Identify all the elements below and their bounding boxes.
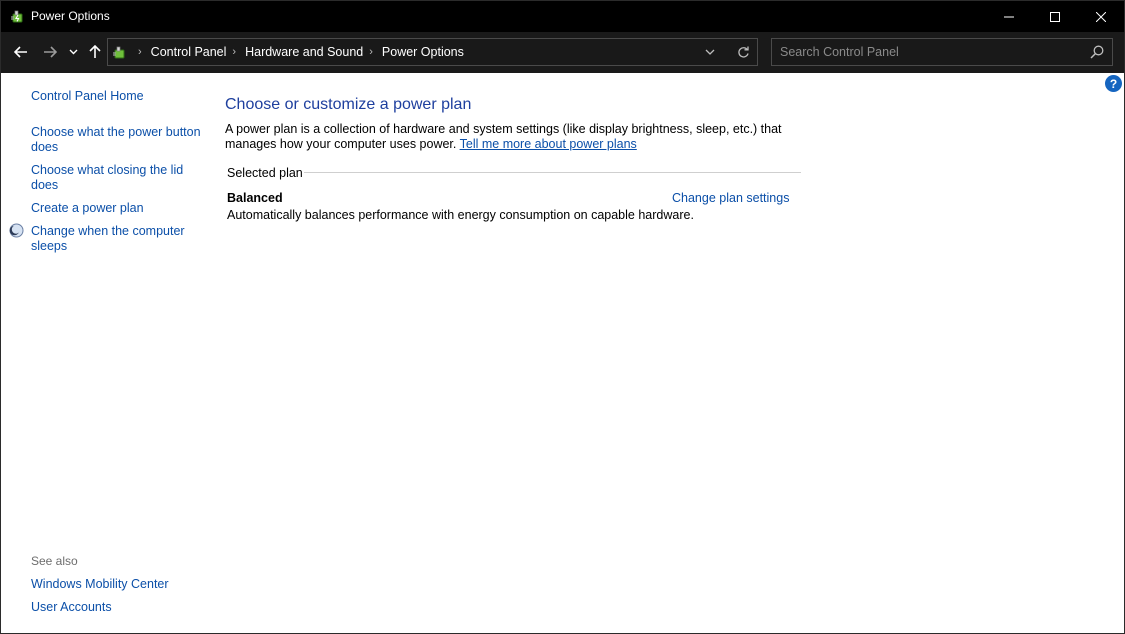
chevron-down-icon bbox=[705, 49, 715, 55]
control-panel-icon bbox=[112, 44, 128, 60]
power-options-window: Power Options › Control Panel › Hardware… bbox=[0, 0, 1125, 634]
arrow-left-icon bbox=[14, 46, 27, 58]
back-button[interactable] bbox=[10, 42, 32, 62]
title-bar[interactable]: Power Options bbox=[1, 1, 1124, 32]
sidebar-item-create-power-plan[interactable]: Create a power plan bbox=[31, 201, 206, 216]
chevron-right-icon[interactable]: › bbox=[138, 46, 142, 58]
maximize-button[interactable] bbox=[1032, 1, 1078, 32]
sidebar-item-power-button[interactable]: Choose what the power button does bbox=[31, 125, 206, 155]
breadcrumb: › Control Panel › Hardware and Sound › P… bbox=[132, 39, 464, 65]
minimize-button[interactable] bbox=[986, 1, 1032, 32]
navigation-bar: › Control Panel › Hardware and Sound › P… bbox=[1, 32, 1124, 73]
arrow-right-icon bbox=[44, 46, 57, 58]
address-bar[interactable]: › Control Panel › Hardware and Sound › P… bbox=[107, 38, 758, 66]
refresh-button[interactable] bbox=[735, 44, 751, 60]
help-icon[interactable]: ? bbox=[1105, 75, 1122, 92]
page-title: Choose or customize a power plan bbox=[225, 96, 472, 113]
breadcrumb-control-panel[interactable]: Control Panel bbox=[151, 45, 227, 59]
recent-locations-button[interactable] bbox=[65, 42, 81, 62]
change-plan-settings-link[interactable]: Change plan settings bbox=[672, 191, 789, 205]
close-icon bbox=[1096, 11, 1106, 22]
address-dropdown-button[interactable] bbox=[703, 46, 717, 58]
window-title: Power Options bbox=[31, 9, 110, 23]
plan-description: Automatically balances performance with … bbox=[227, 208, 694, 222]
see-also-mobility-center[interactable]: Windows Mobility Center bbox=[31, 577, 206, 592]
up-button[interactable] bbox=[84, 42, 106, 62]
forward-button[interactable] bbox=[39, 42, 61, 62]
sidebar-item-control-panel-home[interactable]: Control Panel Home bbox=[31, 89, 206, 104]
chevron-right-icon[interactable]: › bbox=[232, 46, 236, 58]
section-label-selected-plan: Selected plan bbox=[227, 166, 303, 180]
search-box[interactable] bbox=[771, 38, 1113, 66]
chevron-down-icon bbox=[69, 49, 77, 55]
sidebar-item-computer-sleeps[interactable]: Change when the computer sleeps bbox=[31, 224, 206, 254]
plan-name: Balanced bbox=[227, 191, 283, 205]
search-input[interactable] bbox=[778, 39, 1082, 65]
power-options-icon bbox=[10, 8, 26, 24]
chevron-right-icon[interactable]: › bbox=[369, 46, 373, 58]
search-icon[interactable] bbox=[1090, 45, 1104, 59]
minimize-icon bbox=[1004, 16, 1014, 17]
breadcrumb-hardware-and-sound[interactable]: Hardware and Sound bbox=[245, 45, 363, 59]
see-also-label: See also bbox=[31, 554, 78, 568]
refresh-icon bbox=[737, 46, 749, 58]
section-divider bbox=[304, 172, 801, 173]
learn-more-link[interactable]: Tell me more about power plans bbox=[460, 137, 637, 151]
sidebar-item-closing-lid[interactable]: Choose what closing the lid does bbox=[31, 163, 206, 193]
breadcrumb-power-options[interactable]: Power Options bbox=[382, 45, 464, 59]
arrow-up-icon bbox=[89, 45, 101, 58]
sleep-moon-icon bbox=[9, 223, 24, 238]
see-also-user-accounts[interactable]: User Accounts bbox=[31, 600, 206, 615]
maximize-icon bbox=[1050, 11, 1060, 22]
close-button[interactable] bbox=[1078, 1, 1124, 32]
page-description: A power plan is a collection of hardware… bbox=[225, 122, 825, 152]
